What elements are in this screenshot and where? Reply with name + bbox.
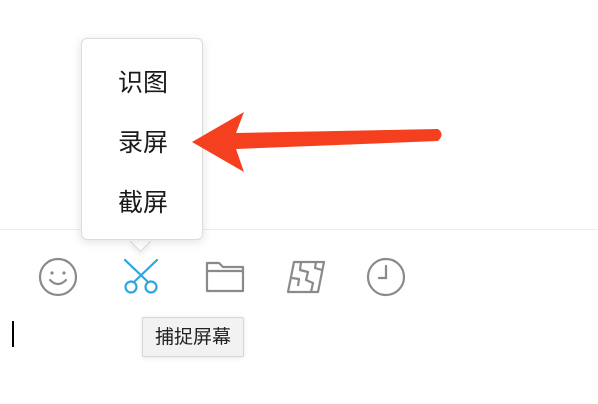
menu-item-recognize-image[interactable]: 识图 bbox=[82, 63, 204, 103]
map-icon[interactable] bbox=[286, 256, 328, 298]
scissors-icon[interactable] bbox=[120, 256, 162, 298]
folder-icon[interactable] bbox=[204, 256, 246, 298]
emoji-icon[interactable] bbox=[37, 256, 79, 298]
red-arrow-annotation bbox=[192, 112, 442, 172]
clock-icon[interactable] bbox=[365, 256, 407, 298]
text-cursor bbox=[12, 321, 14, 347]
screenshot-popup-menu: 识图 录屏 截屏 bbox=[81, 38, 203, 240]
menu-item-screenshot[interactable]: 截屏 bbox=[82, 183, 204, 223]
capture-screen-tooltip: 捕捉屏幕 bbox=[142, 317, 245, 357]
